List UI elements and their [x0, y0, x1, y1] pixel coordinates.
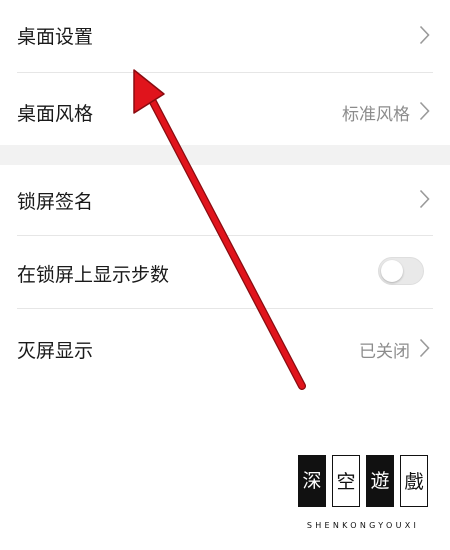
settings-row-lockscreen-signature[interactable]: 锁屏签名 [0, 165, 450, 235]
settings-row-desktop[interactable]: 桌面设置 [0, 0, 450, 72]
chevron-right-icon [419, 189, 430, 209]
settings-row-label: 桌面设置 [17, 26, 94, 48]
settings-row-value: 已关闭 [359, 342, 410, 362]
settings-row-label: 桌面风格 [17, 103, 94, 125]
watermark-char: 空 [332, 455, 360, 507]
watermark-logo: 深 空 遊 戲 SHENKONGYOUXI [298, 455, 428, 535]
watermark-char: 遊 [366, 455, 394, 507]
watermark-subtitle: SHENKONGYOUXI [306, 521, 420, 530]
chevron-right-icon [419, 25, 430, 45]
settings-row-show-steps: 在锁屏上显示步数 [0, 236, 450, 308]
settings-row-label: 灭屏显示 [17, 340, 94, 362]
chevron-right-icon [419, 338, 430, 358]
settings-row-screen-off-display[interactable]: 灭屏显示 已关闭 [0, 309, 450, 381]
toggle-knob [381, 260, 403, 282]
settings-row-label: 在锁屏上显示步数 [17, 264, 170, 286]
settings-row-desktop-style[interactable]: 桌面风格 标准风格 [0, 73, 450, 145]
chevron-right-icon [419, 101, 430, 121]
settings-row-label: 锁屏签名 [17, 191, 94, 213]
watermark-char: 戲 [400, 455, 428, 507]
watermark-char: 深 [298, 455, 326, 507]
show-steps-toggle[interactable] [378, 257, 424, 285]
settings-row-value: 标准风格 [342, 105, 410, 125]
section-separator [0, 145, 450, 165]
